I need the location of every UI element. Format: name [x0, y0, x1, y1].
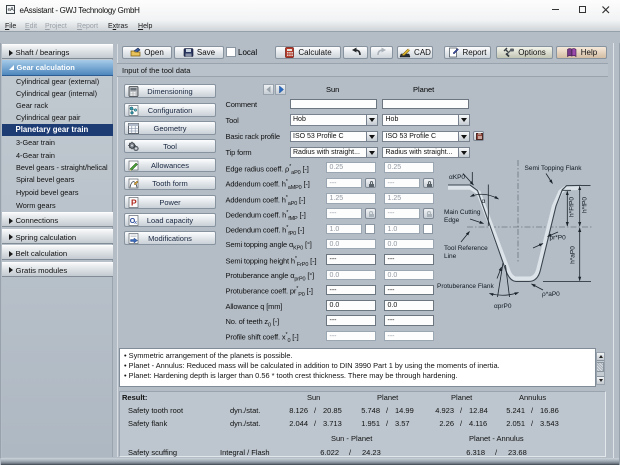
svg-text:Semi Topping Flank: Semi Topping Flank [525, 165, 583, 172]
svg-text:h*aP0: h*aP0 [570, 246, 577, 264]
svg-text:ρ*aP0: ρ*aP0 [542, 291, 560, 298]
svg-text:Line: Line [444, 253, 457, 260]
svg-text:pr*P0: pr*P0 [550, 235, 567, 242]
svg-text:Protuberance Flank: Protuberance Flank [437, 283, 494, 290]
svg-text:h*fP0: h*fP0 [582, 197, 589, 213]
svg-text:Edge: Edge [444, 217, 460, 224]
svg-text:αprP0: αprP0 [494, 303, 512, 310]
svg-text:Tool Reference: Tool Reference [444, 245, 488, 252]
svg-text:x: x [134, 220, 137, 226]
svg-text:Main Cutting: Main Cutting [444, 209, 481, 216]
svg-text:P: P [131, 197, 137, 207]
svg-text:α: α [482, 198, 486, 205]
svg-text:h*FfP0: h*FfP0 [569, 197, 576, 217]
svg-text:αKP0: αKP0 [449, 174, 465, 181]
